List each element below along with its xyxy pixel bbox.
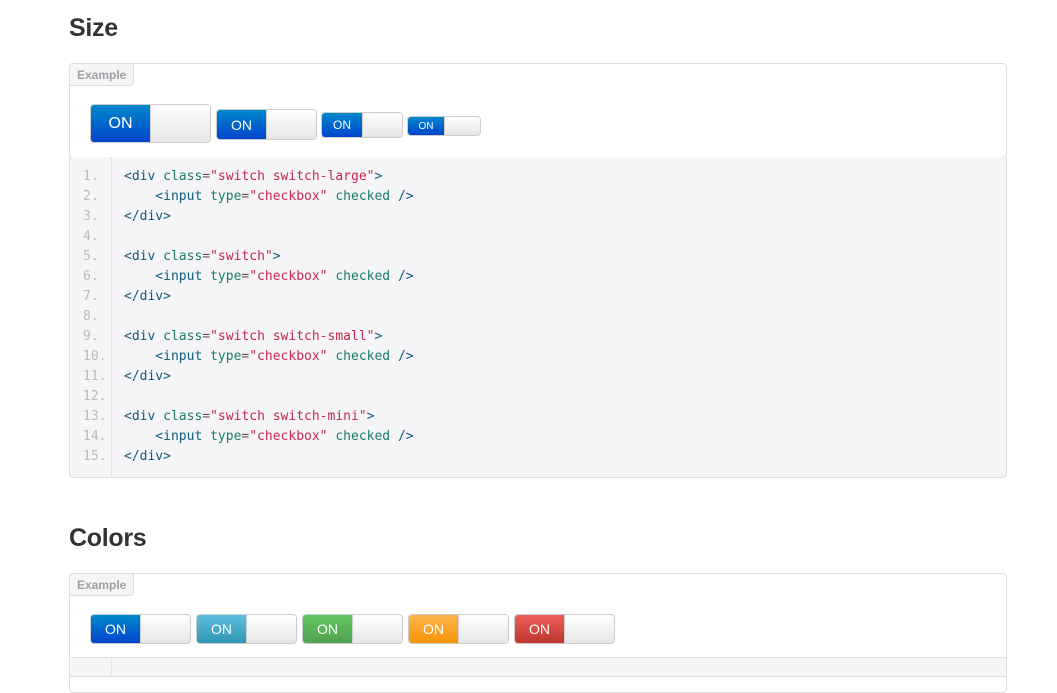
- switch-success[interactable]: ON: [302, 614, 403, 644]
- line-number: 1.: [83, 169, 99, 184]
- code-text: </div>: [124, 449, 171, 464]
- code-text: <div class="switch switch-small">: [124, 329, 383, 344]
- switch-danger[interactable]: ON: [514, 614, 615, 644]
- line-number: 12.: [83, 389, 107, 404]
- code-text: <div class="switch switch-large">: [124, 169, 383, 184]
- switch-primary[interactable]: ON: [90, 614, 191, 644]
- switch-primary-off-handle: [140, 615, 190, 643]
- switch-success-off-handle: [352, 615, 402, 643]
- line-number: 10.: [83, 349, 107, 364]
- size-section-title: Size: [69, 14, 118, 42]
- switch-large-off-handle: [150, 105, 210, 142]
- line-number: 11.: [83, 369, 107, 384]
- switch-primary-on-label: ON: [91, 615, 140, 643]
- code-text: <input type="checkbox" checked />: [124, 349, 414, 364]
- switch-warning-on-label: ON: [409, 615, 458, 643]
- code-text: <div class="switch">: [124, 249, 281, 264]
- line-number: 14.: [83, 429, 107, 444]
- code-text: </div>: [124, 289, 171, 304]
- switch-large[interactable]: ON: [90, 104, 211, 143]
- switch-warning-off-handle: [458, 615, 508, 643]
- code-text: <input type="checkbox" checked />: [124, 189, 414, 204]
- colors-section-title: Colors: [69, 524, 147, 552]
- switch-small-off-handle: [362, 113, 402, 137]
- switch-mini-off-handle: [444, 117, 480, 135]
- switch-small-on-label: ON: [322, 113, 362, 137]
- switch-small[interactable]: ON: [321, 112, 403, 138]
- switch-info[interactable]: ON: [196, 614, 297, 644]
- size-example-box: Example ON ON ON ON: [69, 63, 1007, 158]
- colors-code-block: [69, 657, 1007, 677]
- switch-default[interactable]: ON: [216, 109, 317, 140]
- line-number: 15.: [83, 449, 107, 464]
- switch-success-on-label: ON: [303, 615, 352, 643]
- code-text: </div>: [124, 369, 171, 384]
- line-number: 5.: [83, 249, 99, 264]
- line-number: 8.: [83, 309, 99, 324]
- switch-default-on-label: ON: [217, 110, 266, 139]
- line-number: 7.: [83, 289, 99, 304]
- switch-info-on-label: ON: [197, 615, 246, 643]
- line-number-gutter: [70, 658, 112, 676]
- line-number: 9.: [83, 329, 99, 344]
- switch-default-off-handle: [266, 110, 316, 139]
- size-code-block: 1. <div class="switch switch-large"> 2. <i…: [69, 157, 1007, 478]
- switch-mini[interactable]: ON: [407, 116, 481, 136]
- example-label: Example: [69, 573, 135, 596]
- switch-danger-on-label: ON: [515, 615, 564, 643]
- switch-danger-off-handle: [564, 615, 614, 643]
- line-number: 6.: [83, 269, 99, 284]
- code-text: <input type="checkbox" checked />: [124, 269, 414, 284]
- line-number: 13.: [83, 409, 107, 424]
- switch-info-off-handle: [246, 615, 296, 643]
- code-text: <div class="switch switch-mini">: [124, 409, 375, 424]
- line-number: 4.: [83, 229, 99, 244]
- switch-mini-on-label: ON: [408, 117, 444, 135]
- code-text: <input type="checkbox" checked />: [124, 429, 414, 444]
- example-label: Example: [69, 63, 135, 86]
- switch-large-on-label: ON: [91, 105, 150, 142]
- code-text: </div>: [124, 209, 171, 224]
- line-number: 2.: [83, 189, 99, 204]
- switch-warning[interactable]: ON: [408, 614, 509, 644]
- line-number: 3.: [83, 209, 99, 224]
